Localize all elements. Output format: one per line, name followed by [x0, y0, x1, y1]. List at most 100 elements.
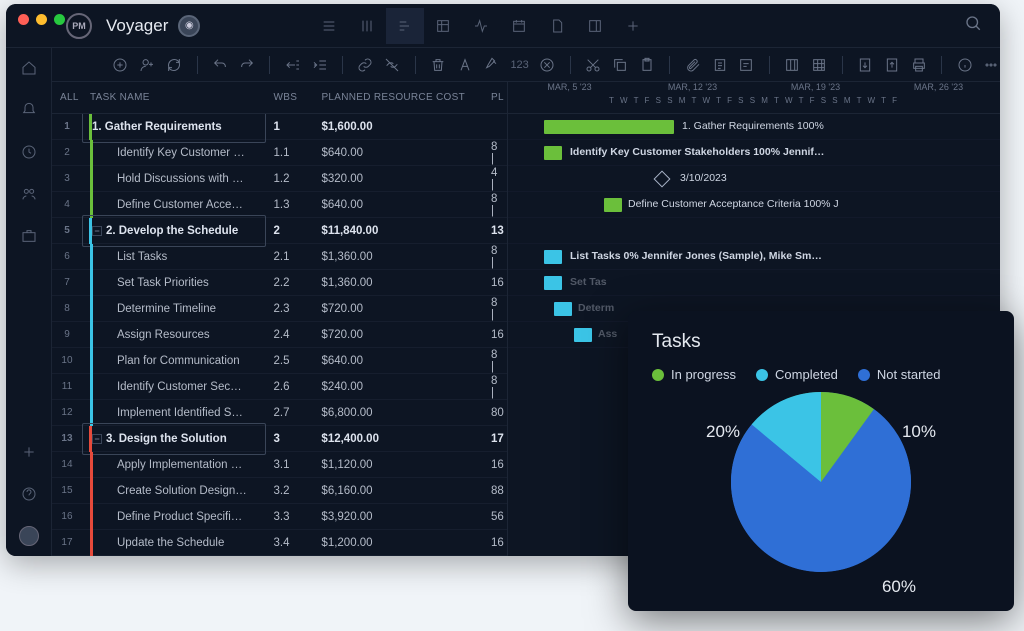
table-row[interactable]: 2Identify Key Customer …1.1$640.008 |	[52, 140, 507, 166]
gantt-bar[interactable]	[554, 302, 572, 316]
table-row[interactable]: 16Define Product Specifi…3.3$3,920.0056	[52, 504, 507, 530]
minimize-window-icon[interactable]	[36, 14, 47, 25]
tasks-status-popup[interactable]: Tasks In progress Completed Not started …	[628, 311, 1014, 611]
avatar[interactable]: ◉	[178, 15, 200, 37]
grid-icon[interactable]	[811, 57, 828, 73]
col-header-pl[interactable]: PL	[483, 92, 507, 103]
unlink-icon[interactable]	[384, 57, 401, 73]
nav-team-icon[interactable]	[19, 184, 39, 204]
task-name-cell[interactable]: −2. Develop the Schedule	[82, 215, 266, 247]
task-name-cell[interactable]: Create Solution Design…	[82, 478, 266, 504]
table-row[interactable]: 15Create Solution Design…3.2$6,160.0088	[52, 478, 507, 504]
print-icon[interactable]	[910, 57, 927, 73]
nav-user-avatar[interactable]	[19, 526, 39, 546]
col-header-cost[interactable]: PLANNED RESOURCE COST	[313, 92, 483, 103]
nav-help-icon[interactable]	[19, 484, 39, 504]
task-name-cell[interactable]: Assign Resources	[82, 322, 266, 348]
add-task-icon[interactable]	[112, 57, 129, 73]
note-icon[interactable]	[711, 57, 728, 73]
gantt-row[interactable]: 3/10/2023	[508, 166, 1000, 192]
table-row[interactable]: 10Plan for Communication2.5$640.008 |	[52, 348, 507, 374]
gantt-row[interactable]: 1. Gather Requirements 100%	[508, 114, 1000, 140]
task-name-cell[interactable]: Identify Customer Sec…	[82, 374, 266, 400]
table-row[interactable]: 7Set Task Priorities2.2$1,360.0016	[52, 270, 507, 296]
add-user-icon[interactable]	[139, 57, 156, 73]
gantt-row[interactable]: List Tasks 0% Jennifer Jones (Sample), M…	[508, 244, 1000, 270]
table-row[interactable]: 6List Tasks2.1$1,360.008 |	[52, 244, 507, 270]
task-name-cell[interactable]: Set Task Priorities	[82, 270, 266, 296]
outdent-icon[interactable]	[284, 57, 301, 73]
view-activity-icon[interactable]	[462, 8, 500, 44]
redo-icon[interactable]	[239, 57, 256, 73]
refresh-icon[interactable]	[166, 57, 183, 73]
gantt-bar[interactable]	[574, 328, 592, 342]
task-name-cell[interactable]: 1. Gather Requirements	[82, 114, 266, 143]
search-icon[interactable]	[964, 14, 982, 37]
task-name-cell[interactable]: −3. Design the Solution	[82, 423, 266, 455]
export-icon[interactable]	[883, 57, 900, 73]
table-row[interactable]: 14Apply Implementation …3.1$1,120.0016	[52, 452, 507, 478]
table-row[interactable]: 3Hold Discussions with …1.2$320.004 |	[52, 166, 507, 192]
col-header-wbs[interactable]: WBS	[266, 92, 314, 103]
undo-icon[interactable]	[212, 57, 229, 73]
task-name-cell[interactable]: Define Product Specifi…	[82, 504, 266, 530]
task-name-cell[interactable]: Identify Key Customer …	[82, 140, 266, 166]
info-icon[interactable]	[956, 57, 973, 73]
gantt-bar[interactable]	[544, 250, 562, 264]
link-icon[interactable]	[357, 57, 374, 73]
col-header-name[interactable]: TASK NAME	[82, 92, 266, 103]
cut-icon[interactable]	[585, 57, 602, 73]
gantt-row[interactable]: Set Tas	[508, 270, 1000, 296]
table-row[interactable]: 17Update the Schedule3.4$1,200.0016	[52, 530, 507, 556]
close-window-icon[interactable]	[18, 14, 29, 25]
table-row[interactable]: 11. Gather Requirements1$1,600.00	[52, 114, 507, 140]
gantt-row[interactable]: Identify Key Customer Stakeholders 100% …	[508, 140, 1000, 166]
view-board-icon[interactable]	[348, 8, 386, 44]
task-detail-icon[interactable]	[738, 57, 755, 73]
col-header-all[interactable]: ALL	[52, 92, 82, 103]
paste-icon[interactable]	[638, 57, 655, 73]
collapse-toggle-icon[interactable]: −	[92, 226, 102, 236]
view-sheet-icon[interactable]	[424, 8, 462, 44]
view-panel-icon[interactable]	[576, 8, 614, 44]
gantt-row[interactable]: Define Customer Acceptance Criteria 100%…	[508, 192, 1000, 218]
clear-format-icon[interactable]	[539, 57, 556, 73]
nav-home-icon[interactable]	[19, 58, 39, 78]
milestone-icon[interactable]	[654, 171, 671, 188]
view-calendar-icon[interactable]	[500, 8, 538, 44]
task-name-cell[interactable]: Define Customer Acce…	[82, 192, 266, 218]
view-gantt-icon[interactable]	[386, 8, 424, 44]
table-row[interactable]: 5−2. Develop the Schedule2$11,840.0013	[52, 218, 507, 244]
attachment-icon[interactable]	[684, 57, 701, 73]
text-format-icon[interactable]	[457, 57, 474, 73]
task-name-cell[interactable]: Determine Timeline	[82, 296, 266, 322]
table-row[interactable]: 11Identify Customer Sec…2.6$240.008 |	[52, 374, 507, 400]
indent-icon[interactable]	[311, 57, 328, 73]
gantt-bar[interactable]	[544, 146, 562, 160]
delete-icon[interactable]	[430, 57, 447, 73]
maximize-window-icon[interactable]	[54, 14, 65, 25]
table-row[interactable]: 9Assign Resources2.4$720.0016	[52, 322, 507, 348]
nav-add-icon[interactable]	[19, 442, 39, 462]
task-name-cell[interactable]: Plan for Communication	[82, 348, 266, 374]
gantt-row[interactable]	[508, 218, 1000, 244]
more-icon[interactable]	[983, 57, 1000, 73]
task-name-cell[interactable]: Hold Discussions with …	[82, 166, 266, 192]
gantt-bar[interactable]	[544, 120, 674, 134]
copy-icon[interactable]	[611, 57, 628, 73]
gantt-bar[interactable]	[544, 276, 562, 290]
table-row[interactable]: 13−3. Design the Solution3$12,400.0017	[52, 426, 507, 452]
task-name-cell[interactable]: Update the Schedule	[82, 530, 266, 556]
gantt-bar[interactable]	[604, 198, 622, 212]
app-logo[interactable]: PM	[66, 13, 92, 39]
nav-notifications-icon[interactable]	[19, 100, 39, 120]
task-name-cell[interactable]: Implement Identified S…	[82, 400, 266, 426]
task-name-cell[interactable]: List Tasks	[82, 244, 266, 270]
columns-icon[interactable]	[784, 57, 801, 73]
nav-portfolio-icon[interactable]	[19, 226, 39, 246]
view-add-icon[interactable]	[614, 8, 652, 44]
task-name-cell[interactable]: Apply Implementation …	[82, 452, 266, 478]
collapse-toggle-icon[interactable]: −	[92, 434, 102, 444]
view-file-icon[interactable]	[538, 8, 576, 44]
nav-recent-icon[interactable]	[19, 142, 39, 162]
